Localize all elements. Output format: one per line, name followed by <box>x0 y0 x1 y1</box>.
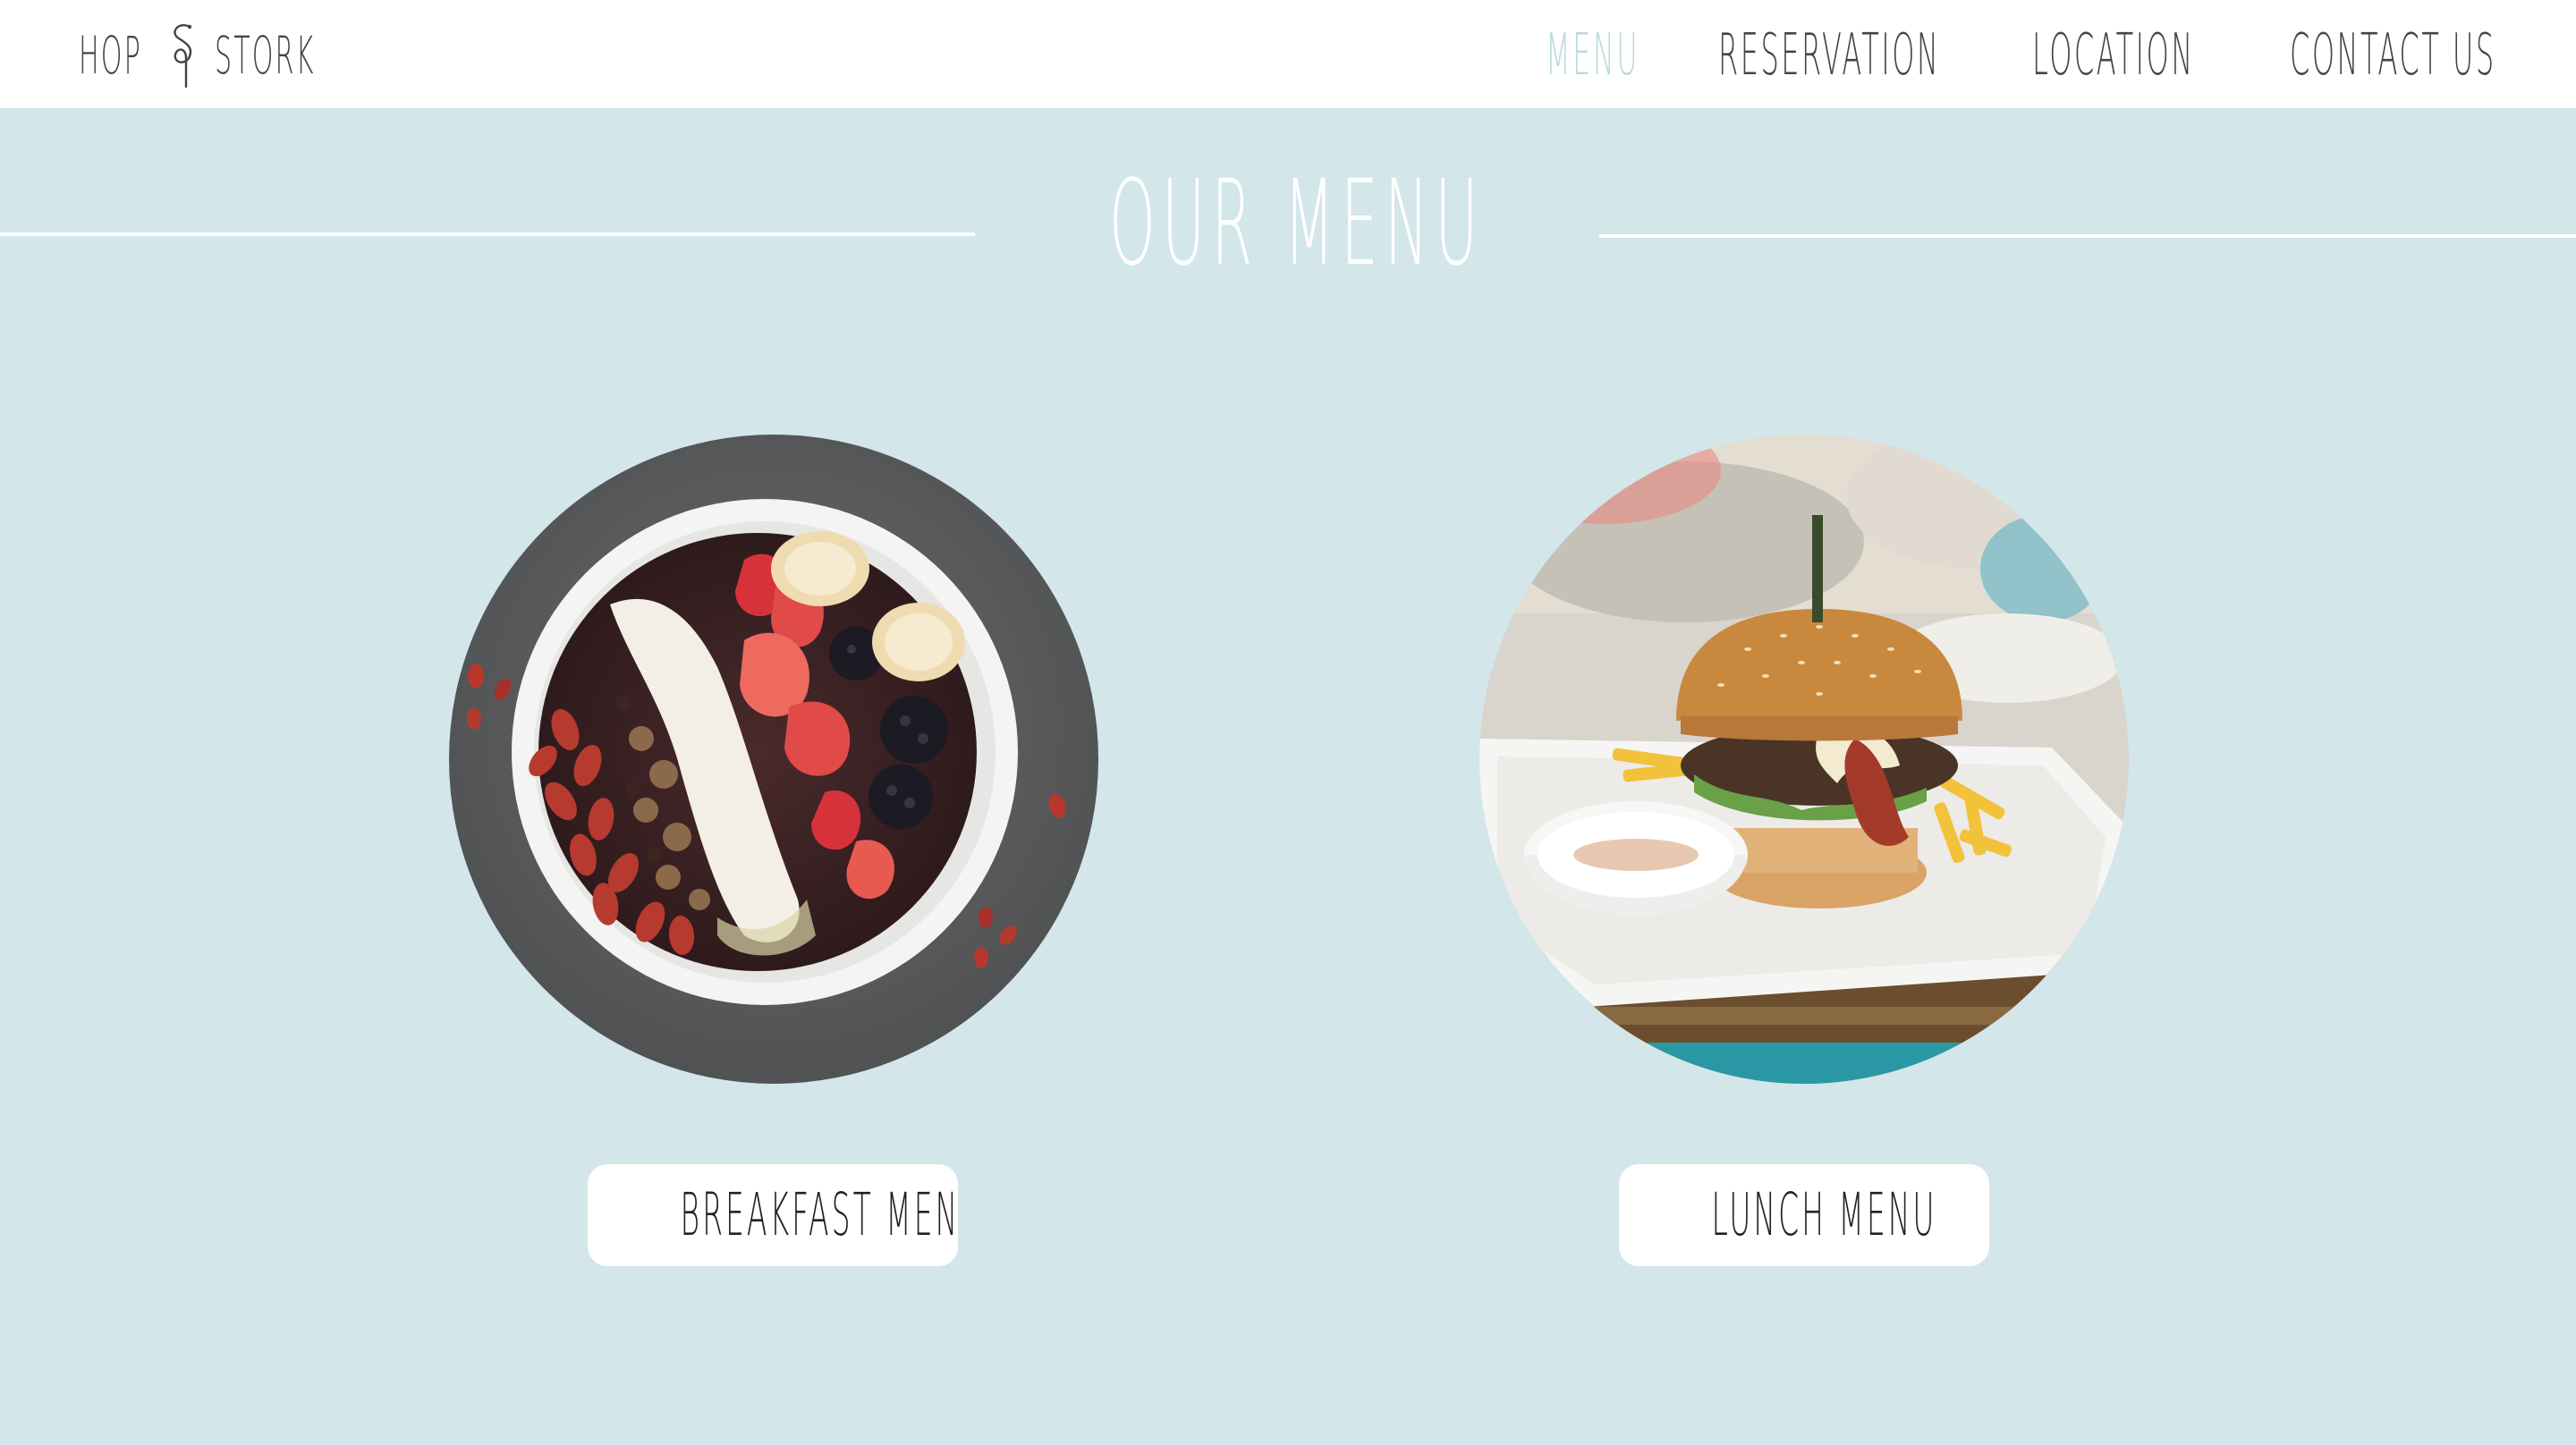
breakfast-menu-button[interactable]: BREAKFAST MENU <box>588 1164 958 1266</box>
breakfast-menu-label: BREAKFAST MENU <box>680 1180 959 1249</box>
site-header: HOP STORK MENU RESERVATION LOCATION CONT… <box>0 0 2576 108</box>
main-nav: MENU RESERVATION LOCATION CONTACT US <box>0 20 2576 91</box>
title-rule-left <box>0 232 975 236</box>
burger-plate-photo <box>1479 435 2129 1084</box>
acai-bowl-photo <box>449 435 1098 1084</box>
nav-item-contact-us[interactable]: CONTACT US <box>2290 20 2496 91</box>
nav-item-reservation[interactable]: RESERVATION <box>1718 20 1940 91</box>
title-rule-right <box>1599 234 2576 238</box>
page: HOP STORK MENU RESERVATION LOCATION CONT… <box>0 0 2576 1445</box>
section-title: OUR MENU <box>1109 155 1485 292</box>
nav-item-location[interactable]: LOCATION <box>2032 20 2195 91</box>
lunch-menu-button[interactable]: LUNCH MENU <box>1619 1164 1989 1266</box>
nav-item-menu[interactable]: MENU <box>1546 20 1640 91</box>
lunch-menu-label: LUNCH MENU <box>1711 1180 1937 1249</box>
